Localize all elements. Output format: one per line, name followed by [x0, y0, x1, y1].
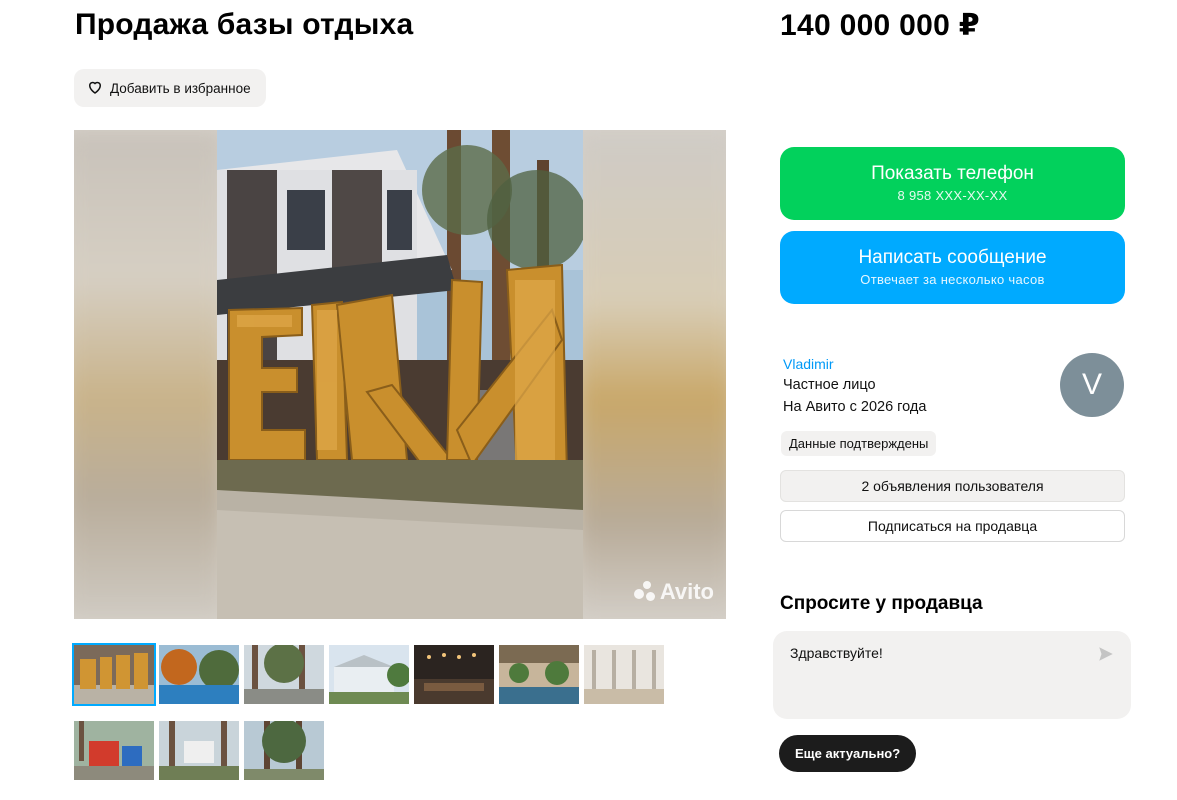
watermark-text: Avito — [659, 579, 714, 604]
seller-ads-button[interactable]: 2 объявления пользователя — [780, 470, 1125, 502]
avito-logo-icon — [633, 581, 656, 603]
photo-blur-right — [576, 130, 726, 619]
seller-since: На Авито с 2026 года — [783, 399, 927, 415]
listing-title: Продажа базы отдыха — [75, 8, 414, 41]
seller-name-link[interactable]: Vladimir — [783, 356, 834, 372]
thumbnail-10[interactable] — [244, 721, 324, 780]
thumbnail-1[interactable] — [72, 643, 156, 706]
thumbnail-9[interactable] — [159, 721, 239, 780]
thumbnail-4[interactable] — [329, 645, 409, 704]
listing-price: 140 000 000 ₽ — [780, 9, 980, 42]
add-to-favorites-button[interactable]: Добавить в избранное — [74, 69, 266, 107]
ask-seller-title: Спросите у продавца — [780, 593, 983, 614]
avatar[interactable]: V — [1060, 353, 1124, 417]
thumbnail-8[interactable] — [74, 721, 154, 780]
write-message-label: Написать сообщение — [858, 247, 1047, 268]
subscribe-seller-button[interactable]: Подписаться на продавца — [780, 510, 1125, 542]
avito-watermark: Avito — [633, 579, 714, 605]
phone-masked: 8 958 XXX-XX-XX — [897, 188, 1008, 203]
thumbnail-7[interactable] — [584, 645, 664, 704]
show-phone-label: Показать телефон — [871, 163, 1034, 184]
avatar-letter: V — [1081, 368, 1102, 401]
favorite-label: Добавить в избранное — [110, 80, 251, 96]
send-icon[interactable] — [1097, 645, 1115, 663]
thumbnail-6[interactable] — [499, 645, 579, 704]
show-phone-button[interactable]: Показать телефон 8 958 XXX-XX-XX — [780, 147, 1125, 220]
response-time: Отвечает за несколько часов — [860, 272, 1045, 287]
quick-reply-button[interactable]: Еще актуально? — [779, 735, 917, 772]
photo-image — [217, 130, 587, 619]
photo-blur-left — [74, 130, 224, 619]
ask-seller-box — [773, 631, 1131, 719]
main-photo[interactable]: Avito — [74, 130, 726, 619]
thumbnail-2[interactable] — [159, 645, 239, 704]
heart-icon — [86, 78, 104, 99]
verified-badge: Данные подтверждены — [781, 431, 937, 456]
write-message-button[interactable]: Написать сообщение Отвечает за несколько… — [780, 231, 1125, 304]
ask-message-input[interactable] — [790, 645, 1090, 661]
thumbnail-3[interactable] — [244, 645, 324, 704]
seller-type: Частное лицо — [783, 377, 876, 393]
thumbnail-5[interactable] — [414, 645, 494, 704]
